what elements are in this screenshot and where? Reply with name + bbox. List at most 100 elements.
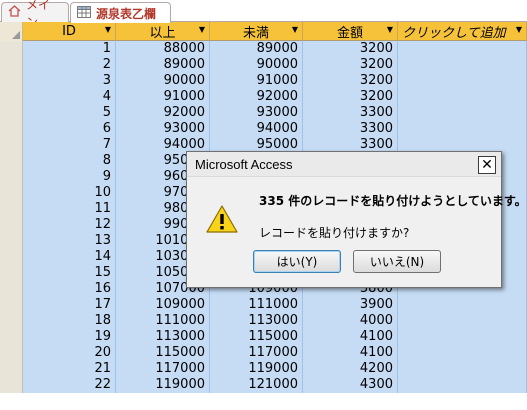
record-selector[interactable] — [0, 329, 23, 345]
cell-add[interactable] — [398, 313, 527, 329]
cell-miman[interactable]: 117000 — [210, 345, 303, 361]
dropdown-arrow-icon[interactable]: ▼ — [516, 25, 522, 34]
cell-ijou[interactable]: 119000 — [116, 377, 210, 393]
cell-miman[interactable]: 121000 — [210, 377, 303, 393]
cell-id[interactable]: 22 — [23, 377, 116, 393]
cell-miman[interactable]: 113000 — [210, 313, 303, 329]
cell-id[interactable]: 6 — [23, 121, 116, 137]
cell-id[interactable]: 8 — [23, 153, 116, 169]
table-row[interactable]: 1 88000 89000 3200 — [0, 41, 527, 57]
cell-miman[interactable]: 94000 — [210, 121, 303, 137]
cell-id[interactable]: 7 — [23, 137, 116, 153]
column-header-kingaku[interactable]: 金額 ▼ — [303, 22, 398, 41]
cell-id[interactable]: 17 — [23, 297, 116, 313]
cell-id[interactable]: 5 — [23, 105, 116, 121]
no-button[interactable]: いいえ(N) — [353, 250, 441, 273]
cell-ijou[interactable]: 88000 — [116, 41, 210, 57]
cell-miman[interactable]: 119000 — [210, 361, 303, 377]
cell-id[interactable]: 15 — [23, 265, 116, 281]
dropdown-arrow-icon[interactable]: ▼ — [105, 25, 111, 34]
column-header-click-to-add[interactable]: クリックして追加 ▼ — [398, 22, 527, 41]
column-header-miman[interactable]: 未満 ▼ — [210, 22, 303, 41]
cell-id[interactable]: 12 — [23, 217, 116, 233]
column-header-id[interactable]: ID ▼ — [23, 22, 116, 41]
record-selector[interactable] — [0, 313, 23, 329]
cell-miman[interactable]: 89000 — [210, 41, 303, 57]
record-selector[interactable] — [0, 201, 23, 217]
record-selector[interactable] — [0, 297, 23, 313]
cell-ijou[interactable]: 113000 — [116, 329, 210, 345]
cell-id[interactable]: 14 — [23, 249, 116, 265]
record-selector[interactable] — [0, 361, 23, 377]
cell-kin[interactable]: 3300 — [303, 105, 398, 121]
dialog-title-bar[interactable]: Microsoft Access — [187, 152, 501, 177]
cell-id[interactable]: 11 — [23, 201, 116, 217]
cell-miman[interactable]: 92000 — [210, 89, 303, 105]
cell-kin[interactable]: 3200 — [303, 89, 398, 105]
record-selector[interactable] — [0, 89, 23, 105]
cell-miman[interactable]: 115000 — [210, 329, 303, 345]
cell-id[interactable]: 20 — [23, 345, 116, 361]
cell-add[interactable] — [398, 297, 527, 313]
cell-kin[interactable]: 3200 — [303, 73, 398, 89]
record-selector[interactable] — [0, 377, 23, 393]
cell-miman[interactable]: 93000 — [210, 105, 303, 121]
record-selector[interactable] — [0, 153, 23, 169]
record-selector[interactable] — [0, 137, 23, 153]
cell-ijou[interactable]: 91000 — [116, 89, 210, 105]
table-row[interactable]: 6 93000 94000 3300 — [0, 121, 527, 137]
cell-miman[interactable]: 91000 — [210, 73, 303, 89]
cell-id[interactable]: 1 — [23, 41, 116, 57]
cell-kin[interactable]: 3200 — [303, 57, 398, 73]
cell-kin[interactable]: 4100 — [303, 345, 398, 361]
dropdown-arrow-icon[interactable]: ▼ — [292, 25, 298, 34]
close-icon[interactable]: ✕ — [478, 156, 496, 174]
record-selector[interactable] — [0, 281, 23, 297]
table-row[interactable]: 17 109000 111000 3900 — [0, 297, 527, 313]
dropdown-arrow-icon[interactable]: ▼ — [387, 25, 393, 34]
table-row[interactable]: 22 119000 121000 4300 — [0, 377, 527, 393]
cell-add[interactable] — [398, 377, 527, 393]
cell-miman[interactable]: 111000 — [210, 297, 303, 313]
record-selector[interactable] — [0, 121, 23, 137]
cell-add[interactable] — [398, 361, 527, 377]
cell-add[interactable] — [398, 41, 527, 57]
cell-id[interactable]: 9 — [23, 169, 116, 185]
table-row[interactable]: 3 90000 91000 3200 — [0, 73, 527, 89]
record-selector[interactable] — [0, 105, 23, 121]
cell-ijou[interactable]: 92000 — [116, 105, 210, 121]
table-row[interactable]: 18 111000 113000 4000 — [0, 313, 527, 329]
cell-ijou[interactable]: 93000 — [116, 121, 210, 137]
cell-kin[interactable]: 4000 — [303, 313, 398, 329]
tab-gensen-table[interactable]: 源泉表乙欄 — [70, 2, 171, 23]
table-row[interactable]: 20 115000 117000 4100 — [0, 345, 527, 361]
cell-kin[interactable]: 3300 — [303, 121, 398, 137]
record-selector[interactable] — [0, 41, 23, 57]
record-selector[interactable] — [0, 265, 23, 281]
cell-kin[interactable]: 4200 — [303, 361, 398, 377]
cell-ijou[interactable]: 115000 — [116, 345, 210, 361]
cell-miman[interactable]: 90000 — [210, 57, 303, 73]
cell-id[interactable]: 18 — [23, 313, 116, 329]
record-selector[interactable] — [0, 57, 23, 73]
cell-ijou[interactable]: 111000 — [116, 313, 210, 329]
table-row[interactable]: 2 89000 90000 3200 — [0, 57, 527, 73]
table-row[interactable]: 21 117000 119000 4200 — [0, 361, 527, 377]
cell-add[interactable] — [398, 345, 527, 361]
cell-kin[interactable]: 4300 — [303, 377, 398, 393]
cell-add[interactable] — [398, 121, 527, 137]
record-selector[interactable] — [0, 233, 23, 249]
cell-add[interactable] — [398, 329, 527, 345]
cell-id[interactable]: 16 — [23, 281, 116, 297]
column-header-ijou[interactable]: 以上 ▼ — [116, 22, 210, 41]
record-selector[interactable] — [0, 345, 23, 361]
select-all-corner[interactable] — [0, 22, 23, 41]
cell-ijou[interactable]: 117000 — [116, 361, 210, 377]
cell-id[interactable]: 19 — [23, 329, 116, 345]
cell-kin[interactable]: 3200 — [303, 41, 398, 57]
cell-id[interactable]: 2 — [23, 57, 116, 73]
cell-id[interactable]: 4 — [23, 89, 116, 105]
cell-ijou[interactable]: 89000 — [116, 57, 210, 73]
cell-kin[interactable]: 3900 — [303, 297, 398, 313]
dropdown-arrow-icon[interactable]: ▼ — [199, 25, 205, 34]
